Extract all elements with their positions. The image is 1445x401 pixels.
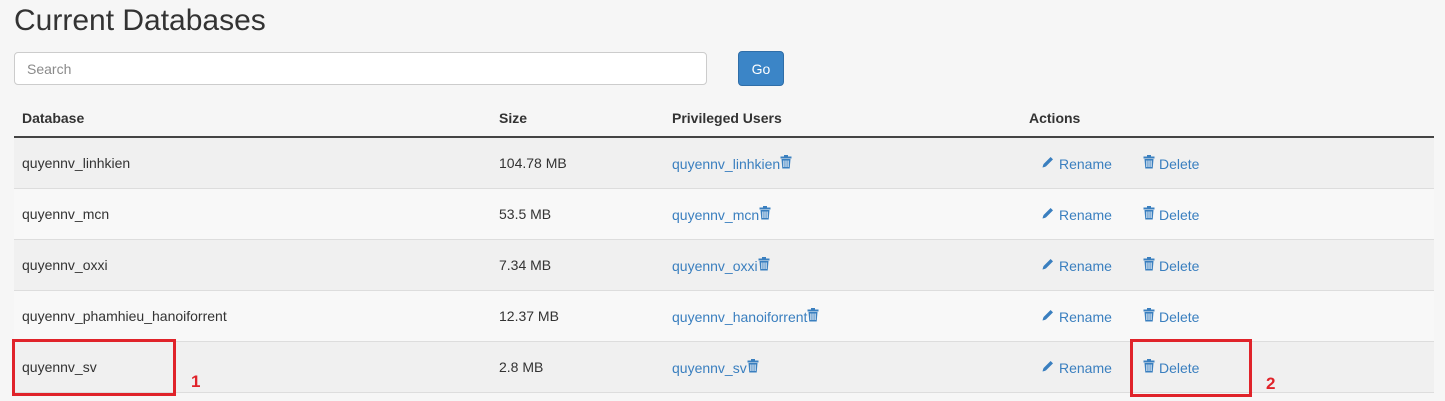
column-header-privileged-users: Privileged Users — [672, 110, 782, 126]
rename-label: Rename — [1059, 359, 1112, 376]
privileged-user-link[interactable]: quyennv_linhkien — [672, 156, 780, 172]
pencil-icon — [1041, 155, 1055, 172]
table-header: Database Size Privileged Users Actions — [14, 100, 1434, 138]
column-header-actions: Actions — [1029, 110, 1081, 126]
delete-label: Delete — [1159, 308, 1200, 325]
table-row: quyennv_mcn 53.5 MB quyennv_mcn Rename Delet… — [14, 189, 1434, 240]
annotation-marker-2: 2 — [1266, 374, 1276, 393]
table-row: quyennv_oxxi 7.34 MB quyennv_oxxi Rename Del… — [14, 240, 1434, 291]
trash-icon — [1143, 155, 1155, 172]
page-title: Current Databases — [14, 4, 266, 37]
trash-icon[interactable] — [807, 308, 819, 325]
column-header-database[interactable]: Database — [22, 110, 84, 126]
trash-icon[interactable] — [758, 257, 770, 274]
privileged-user: quyennv_mcn — [672, 206, 771, 223]
privileged-user-link[interactable]: quyennv_hanoiforrent — [672, 309, 807, 325]
table-row: quyennv_phamhieu_hanoiforrent 12.37 MB quy… — [14, 291, 1434, 342]
rename-label: Rename — [1059, 257, 1112, 274]
pencil-icon — [1041, 308, 1055, 325]
database-size: 12.37 MB — [499, 308, 559, 324]
trash-icon[interactable] — [747, 359, 759, 376]
privileged-user: quyennv_sv — [672, 359, 759, 376]
trash-icon — [1143, 308, 1155, 325]
database-size: 7.34 MB — [499, 257, 552, 273]
search-input[interactable] — [14, 52, 707, 85]
database-name: quyennv_phamhieu_hanoiforrent — [22, 308, 227, 324]
privileged-user-link[interactable]: quyennv_mcn — [672, 207, 759, 223]
rename-label: Rename — [1059, 206, 1112, 223]
trash-icon[interactable] — [780, 155, 792, 172]
column-header-size[interactable]: Size — [499, 110, 527, 126]
database-size: 2.8 MB — [499, 359, 544, 375]
database-name: quyennv_mcn — [22, 206, 110, 222]
rename-button[interactable]: Rename — [1041, 206, 1112, 223]
rename-button[interactable]: Rename — [1041, 308, 1112, 325]
annotation-marker-1: 1 — [191, 372, 201, 391]
delete-label: Delete — [1159, 257, 1200, 274]
delete-button[interactable]: Delete — [1143, 155, 1199, 172]
rename-label: Rename — [1059, 155, 1112, 172]
database-name: quyennv_oxxi — [22, 257, 108, 273]
pencil-icon — [1041, 206, 1055, 223]
database-size: 53.5 MB — [499, 206, 552, 222]
trash-icon — [1143, 257, 1155, 274]
rename-button[interactable]: Rename — [1041, 155, 1112, 172]
privileged-user: quyennv_hanoiforrent — [672, 308, 819, 325]
delete-label: Delete — [1159, 206, 1200, 223]
highlight-box-delete — [1130, 339, 1252, 397]
trash-icon — [1143, 206, 1155, 223]
highlight-box-database — [12, 339, 176, 396]
database-size: 104.78 MB — [499, 155, 567, 171]
rename-button[interactable]: Rename — [1041, 359, 1112, 376]
privileged-user-link[interactable]: quyennv_sv — [672, 360, 747, 376]
rename-button[interactable]: Rename — [1041, 257, 1112, 274]
trash-icon[interactable] — [759, 206, 771, 223]
go-button[interactable]: Go — [738, 51, 784, 86]
privileged-user: quyennv_oxxi — [672, 257, 770, 274]
pencil-icon — [1041, 359, 1055, 376]
delete-button[interactable]: Delete — [1143, 308, 1199, 325]
delete-button[interactable]: Delete — [1143, 206, 1199, 223]
privileged-user: quyennv_linhkien — [672, 155, 792, 172]
database-name: quyennv_linhkien — [22, 155, 131, 171]
rename-label: Rename — [1059, 308, 1112, 325]
delete-button[interactable]: Delete — [1143, 257, 1199, 274]
table-row: quyennv_linhkien 104.78 MB quyennv_linhkie… — [14, 138, 1434, 189]
privileged-user-link[interactable]: quyennv_oxxi — [672, 258, 758, 274]
delete-label: Delete — [1159, 155, 1200, 172]
pencil-icon — [1041, 257, 1055, 274]
